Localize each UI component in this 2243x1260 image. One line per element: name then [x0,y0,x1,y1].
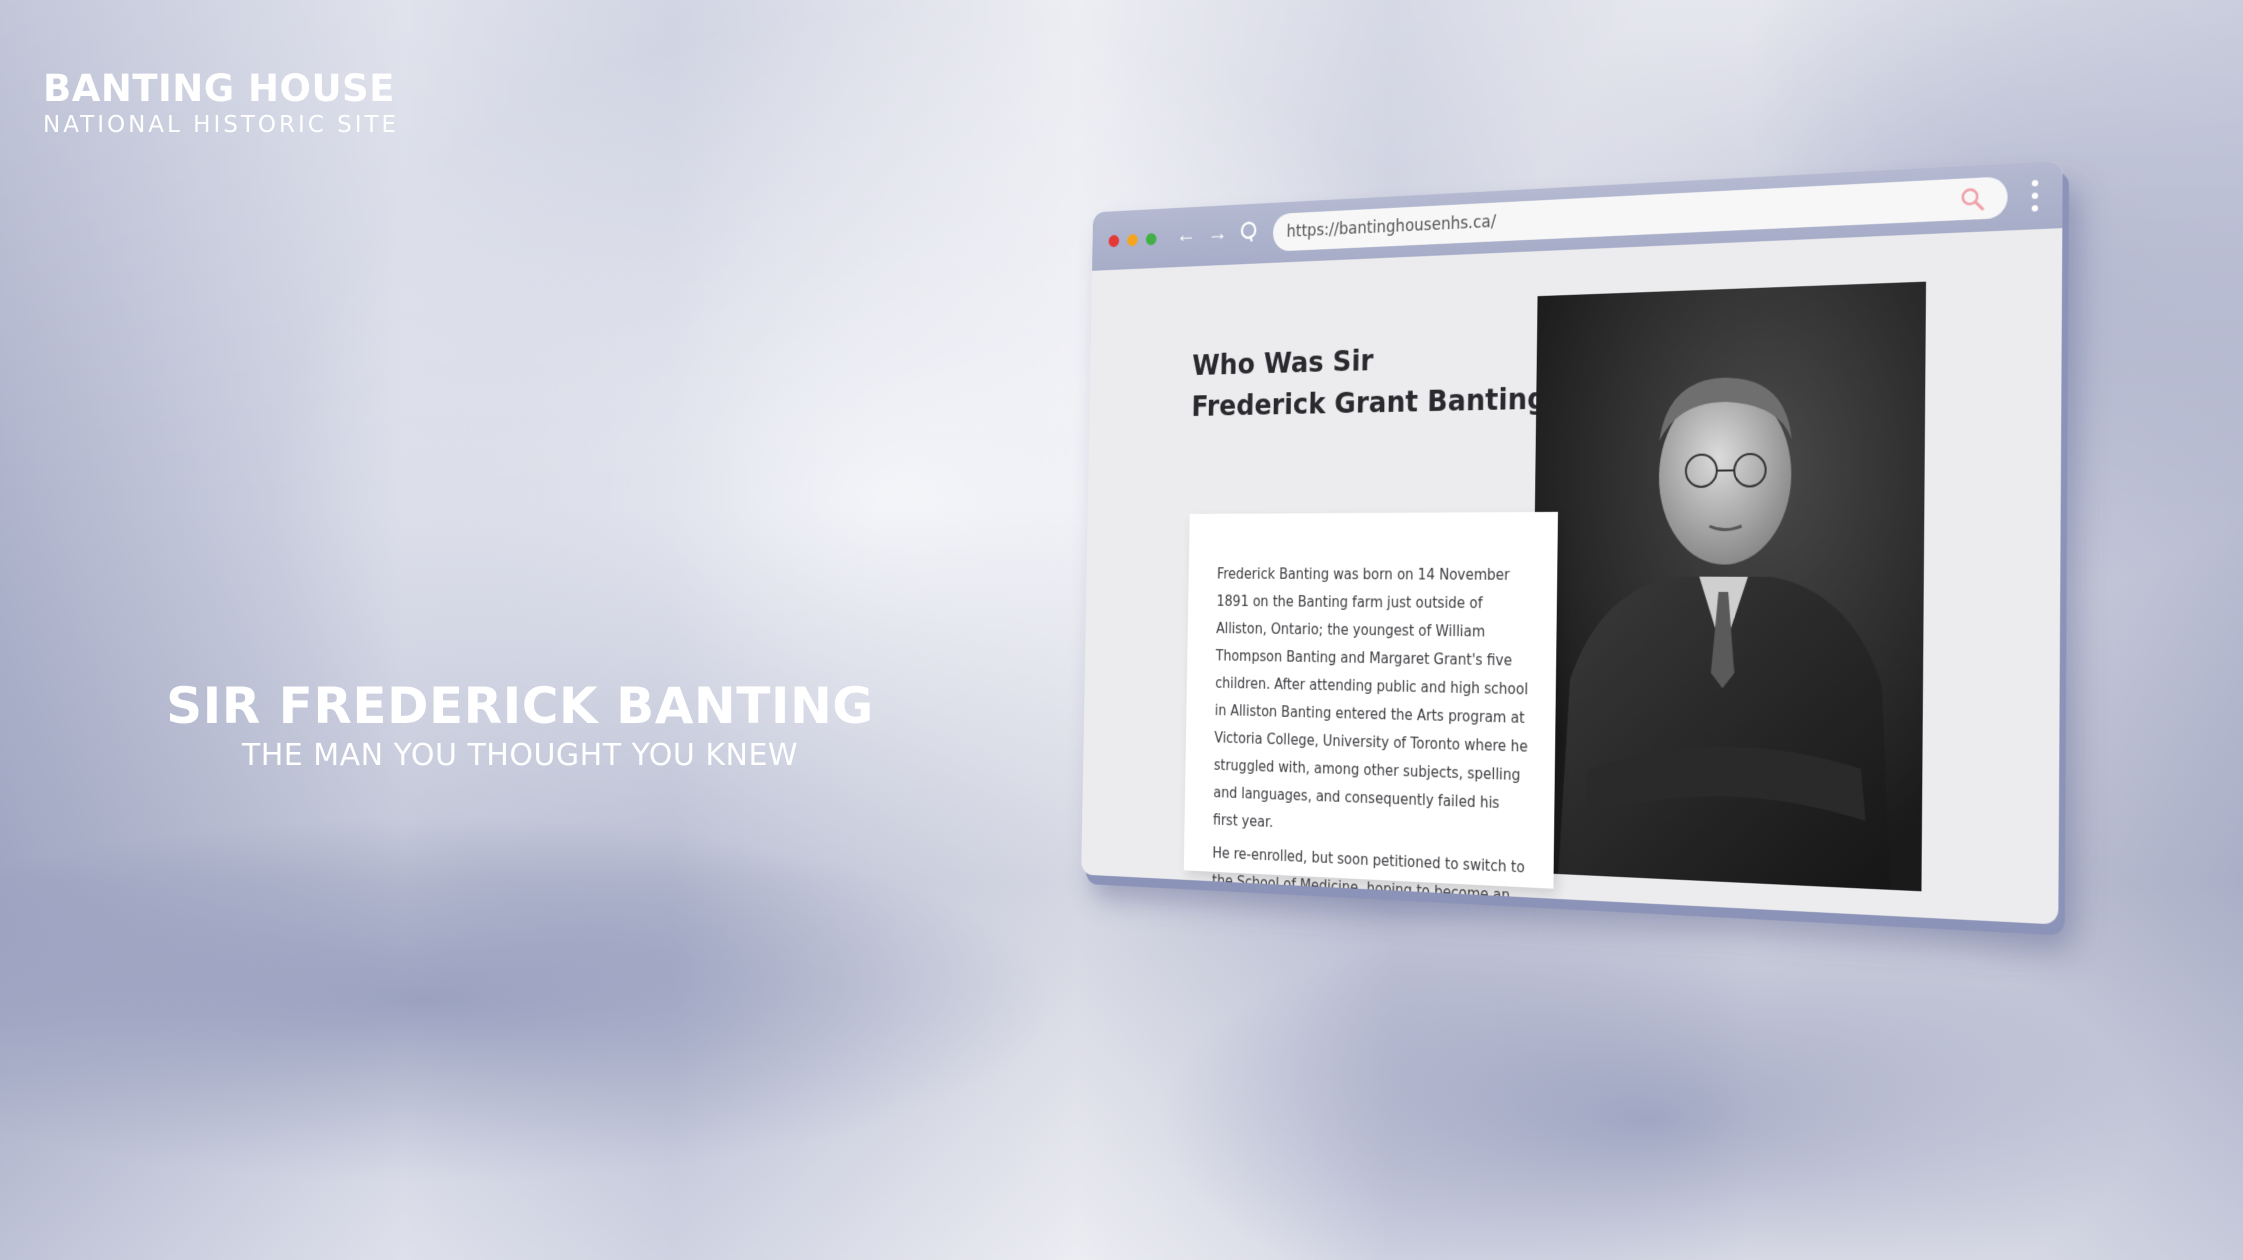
url-text: https://bantinghousenhs.ca/ [1286,212,1497,242]
page-heading: Who Was Sir Frederick Grant Banting? [1191,334,1564,428]
browser-toolbar: ← → https://bantinghousenhs.ca/ [1092,160,2063,271]
more-vertical-icon[interactable] [2014,179,2056,212]
portrait-photo [1530,281,1927,892]
browser-mockup-stage: ← → https://bantinghousenhs.ca/ Who Was … [1000,160,2063,925]
window-controls [1108,232,1157,247]
address-bar[interactable]: https://bantinghousenhs.ca/ [1272,176,2008,252]
search-icon[interactable] [1960,186,1987,214]
biography-paragraph-1: Frederick Banting was born on 14 Novembe… [1212,565,1529,831]
browser-window: ← → https://bantinghousenhs.ca/ Who Was … [1081,160,2063,925]
back-arrow-icon[interactable]: ← [1176,221,1196,253]
hero-subtitle: THE MAN YOU THOUGHT YOU KNEW [241,738,799,773]
heading-line-2: Frederick Grant Banting? [1191,381,1564,424]
hero-title: SIR FREDERICK BANTING [166,677,874,735]
forward-arrow-icon[interactable]: → [1207,220,1227,252]
reload-icon[interactable] [1239,218,1258,250]
navigation-buttons: ← → [1176,218,1258,253]
logo-subtitle: NATIONAL HISTORIC SITE [43,112,400,138]
logo-title: BANTING HOUSE [43,67,395,110]
portrait-illustration [1530,281,1927,892]
minimize-window-dot[interactable] [1127,233,1138,246]
biography-paragraph-2: He re-enrolled, but soon petitioned to s… [1211,844,1525,925]
close-window-dot[interactable] [1108,234,1120,247]
maximize-window-dot[interactable] [1145,232,1157,245]
biography-card: Frederick Banting was born on 14 Novembe… [1183,511,1558,924]
hero-section: SIR FREDERICK BANTING THE MAN YOU THOUGH… [150,676,890,776]
site-logo[interactable]: BANTING HOUSE NATIONAL HISTORIC SITE [43,68,399,140]
